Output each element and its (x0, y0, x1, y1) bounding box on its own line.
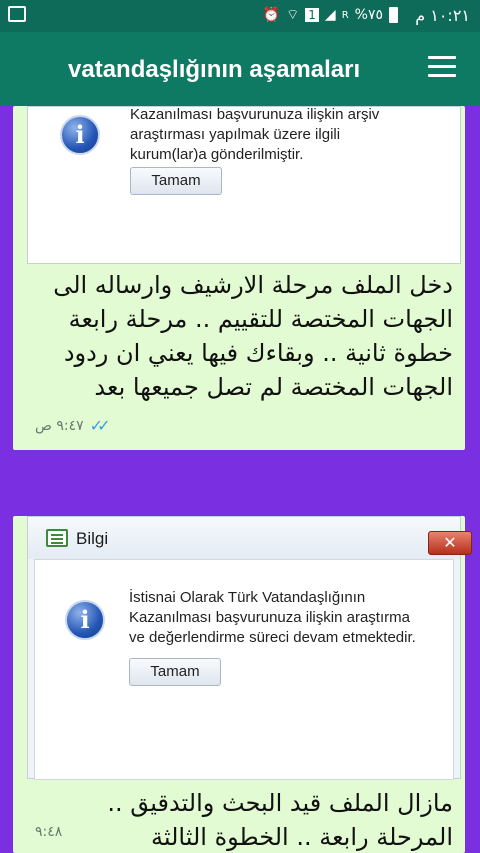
status-bar: ⏰ ⌔ 1 ◢ R %٧٥ ١٠:٢١ م (0, 0, 480, 32)
message-meta: ٩:٤٧ ص ✓✓ (35, 416, 111, 435)
roaming-badge: R (341, 9, 349, 21)
message-bubble[interactable]: Bilgi ✕ i İstisnai Olarak Türk Vatandaşl… (13, 516, 472, 853)
screenshot-dialog: Bilgi ✕ i İstisnai Olarak Türk Vatandaşl… (27, 516, 472, 780)
info-icon: i (65, 600, 105, 640)
ok-button[interactable]: Tamam (130, 167, 222, 195)
dialog-text: Kazanılması başvurunuza ilişkin arşiv ar… (130, 106, 380, 163)
message-text: دخل الملف مرحلة الارشيف وارساله الى الجه… (53, 271, 453, 401)
status-time: ١٠:٢١ م (415, 6, 470, 25)
battery-icon (389, 7, 398, 23)
read-ticks-icon: ✓✓ (89, 416, 111, 435)
app-bar: vatandaşlığının aşamaları (0, 32, 480, 106)
info-icon: i (60, 115, 100, 155)
message-meta: ٩:٤٨ (35, 824, 62, 840)
message-time: ٩:٤٧ ص (35, 417, 84, 434)
screenshot-dialog: i Kazanılması başvurunuza ilişkin arşiv … (27, 106, 461, 264)
page-title: vatandaşlığının aşamaları (68, 56, 361, 83)
alarm-icon: ⏰ (262, 7, 281, 23)
window-icon (46, 529, 68, 547)
dialog-titlebar: Bilgi ✕ (28, 517, 472, 559)
status-left-icons (8, 6, 26, 22)
status-indicators: ⏰ ⌔ 1 ◢ R %٧٥ (263, 6, 398, 24)
message-time: ٩:٤٨ (35, 824, 63, 840)
wifi-icon: ⌔ (286, 7, 300, 23)
message-text: مازال الملف قيد البحث والتدقيق .. المرحل… (107, 789, 453, 851)
close-icon[interactable]: ✕ (428, 531, 472, 555)
message-bubble[interactable]: i Kazanılması başvurunuza ilişkin arşiv … (13, 106, 465, 450)
dialog-text: İstisnai Olarak Türk Vatandaşlığının Kaz… (129, 589, 416, 646)
battery-percent: %٧٥ (354, 7, 383, 23)
dialog-body: i İstisnai Olarak Türk Vatandaşlığının K… (34, 559, 454, 780)
hamburger-menu-icon[interactable] (428, 56, 456, 80)
ok-button[interactable]: Tamam (129, 658, 221, 686)
dialog-title: Bilgi (76, 529, 109, 548)
sim-badge: 1 (305, 8, 319, 22)
image-notification-icon (8, 6, 26, 22)
signal-icon: ◢ (324, 7, 336, 23)
